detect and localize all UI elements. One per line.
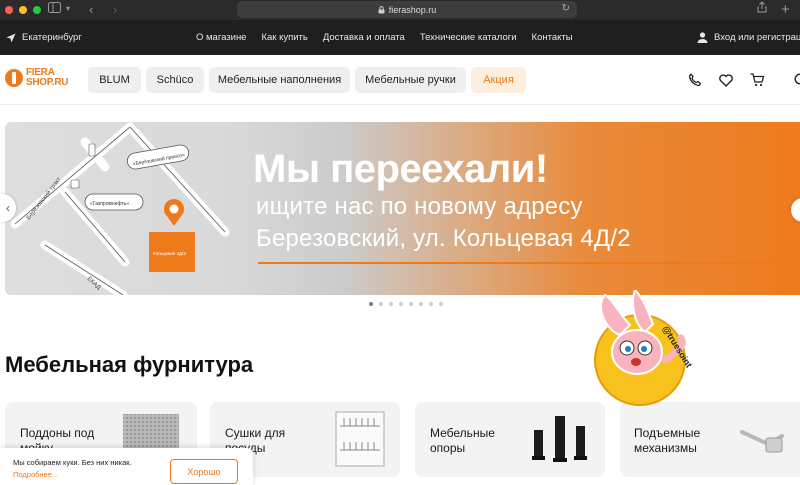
category-pill-blum[interactable]: BLUM — [88, 67, 141, 93]
carousel-dot[interactable] — [419, 302, 423, 306]
category-pill-furniture-handles[interactable]: Мебельные ручки — [355, 67, 466, 93]
nav-link-catalogs[interactable]: Технические каталоги — [420, 32, 517, 43]
banner-subtitle-1: ищите нас по новому адресу — [256, 193, 583, 220]
category-pill-furniture-fillings[interactable]: Мебельные наполнения — [209, 67, 350, 93]
lift-mechanism-image — [740, 430, 784, 453]
carousel-dot[interactable] — [369, 302, 373, 306]
banner-subtitle-2: Березовский, ул. Кольцевая 4Д/2 — [256, 225, 631, 252]
site-header: FIERA SHOP.RU BLUM Schüco Мебельные напо… — [0, 55, 800, 105]
dish-dryer-image — [335, 411, 385, 467]
promo-pill[interactable]: Акция — [471, 67, 526, 93]
chevron-left-icon: ‹ — [6, 201, 10, 215]
logo-mark-icon — [5, 69, 23, 87]
location-arrow-icon — [6, 33, 16, 42]
map-pin-text: Кольцевая 4Д/2 — [153, 251, 186, 256]
carousel-dots — [369, 302, 443, 306]
carousel-dot[interactable] — [399, 302, 403, 306]
site-logo[interactable]: FIERA SHOP.RU — [5, 68, 68, 88]
banner-underline — [258, 262, 800, 264]
reload-icon[interactable]: ↻ — [562, 3, 570, 14]
nav-link-delivery[interactable]: Доставка и оплата — [323, 32, 405, 43]
city-selector[interactable]: Екатеринбург — [6, 20, 82, 55]
zoom-window-button[interactable] — [33, 6, 41, 14]
bunny-sticker: @truesoint — [594, 290, 694, 406]
forward-icon[interactable]: › — [113, 0, 117, 20]
category-card-lift-mechanisms[interactable]: Подъемные механизмы — [620, 402, 800, 477]
carousel-dot[interactable] — [429, 302, 433, 306]
login-link[interactable]: Вход или регистрац — [697, 20, 800, 55]
back-icon[interactable]: ‹ — [89, 0, 93, 20]
city-label: Екатеринбург — [22, 32, 82, 43]
map-road-label-1: Берёзовский тракт — [25, 176, 63, 221]
carousel-dot[interactable] — [379, 302, 383, 306]
heart-icon[interactable] — [717, 71, 735, 89]
address-bar[interactable]: fierashop.ru ↻ — [237, 1, 577, 18]
section-title: Мебельная фурнитура — [5, 352, 254, 377]
category-pill-schuco[interactable]: Schüco — [146, 67, 204, 93]
cookie-more-link[interactable]: Подробнее... — [13, 470, 58, 479]
top-navigation: Екатеринбург О магазине Как купить Доста… — [0, 20, 800, 55]
minimize-window-button[interactable] — [19, 6, 27, 14]
lock-icon — [378, 5, 385, 13]
cookie-accept-button[interactable]: Хорошо — [170, 459, 238, 484]
sidebar-toggle-icon[interactable] — [48, 0, 61, 20]
card-label: Подъемные механизмы — [634, 426, 701, 455]
category-card-furniture-legs[interactable]: Мебельные опоры — [415, 402, 605, 477]
user-icon — [697, 32, 708, 43]
nav-link-how-to-buy[interactable]: Как купить — [261, 32, 307, 43]
cart-icon[interactable] — [748, 71, 766, 89]
close-window-button[interactable] — [5, 6, 13, 14]
furniture-legs-image — [532, 416, 587, 462]
card-label: Мебельные опоры — [430, 426, 495, 455]
cookie-message: Мы собираем куки. Без них никак. — [13, 458, 132, 467]
window-controls — [5, 6, 41, 14]
banner-headline: Мы переехали! — [253, 147, 548, 191]
nav-link-about[interactable]: О магазине — [196, 32, 246, 43]
cookie-banner: Мы собираем куки. Без них никак. Подробн… — [0, 448, 253, 485]
carousel-dot[interactable] — [439, 302, 443, 306]
chevron-down-icon[interactable]: ▾ — [66, 0, 70, 19]
url-text: fierashop.ru — [388, 4, 437, 15]
plus-icon[interactable]: + — [781, 0, 790, 20]
login-label: Вход или регистрац — [714, 32, 800, 43]
share-icon[interactable] — [757, 0, 767, 20]
logo-line2: SHOP.RU — [26, 77, 69, 88]
phone-icon[interactable] — [686, 71, 704, 89]
map-place-text-2: «Газпромнефть» — [90, 201, 129, 207]
info-links: О магазине Как купить Доставка и оплата … — [196, 20, 588, 55]
nav-link-contacts[interactable]: Контакты — [532, 32, 573, 43]
carousel-dot[interactable] — [409, 302, 413, 306]
browser-toolbar: ▾ ‹ › fierashop.ru ↻ + — [0, 0, 800, 20]
carousel-dot[interactable] — [389, 302, 393, 306]
search-icon[interactable] — [790, 71, 800, 89]
